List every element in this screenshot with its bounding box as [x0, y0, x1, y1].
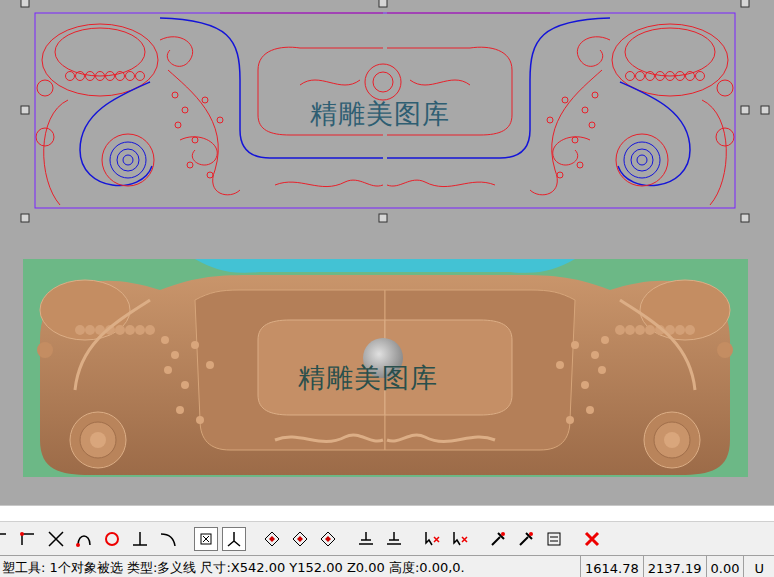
list-icon: [544, 529, 564, 549]
tool-button[interactable]: [486, 527, 510, 551]
tool-button[interactable]: [100, 527, 124, 551]
corner-icon: [0, 529, 10, 549]
selection-handle[interactable]: [21, 0, 29, 7]
tool-button[interactable]: [580, 527, 604, 551]
watermark: 精雕美图库: [298, 362, 438, 394]
pick-icon: [450, 529, 470, 549]
tool-button[interactable]: [514, 527, 538, 551]
toolbar: [0, 521, 774, 555]
tool-button[interactable]: [222, 527, 246, 551]
tool-button[interactable]: [354, 527, 378, 551]
trim-icon: [46, 529, 66, 549]
node-icon: [224, 529, 244, 549]
selection-handle[interactable]: [379, 0, 387, 7]
tool-button[interactable]: [194, 527, 218, 551]
selection-handle[interactable]: [21, 214, 29, 222]
status-indicator: U: [743, 556, 774, 577]
tool-button[interactable]: [260, 527, 284, 551]
tool-button[interactable]: [420, 527, 444, 551]
status-bar: 塑工具: 1个对象被选 类型:多义线 尺寸:X542.00 Y152.00 Z0…: [0, 555, 774, 577]
close-icon: [582, 529, 602, 549]
selection-handle[interactable]: [741, 214, 749, 222]
tool-button[interactable]: [156, 527, 180, 551]
tool-button[interactable]: [448, 527, 472, 551]
arc-icon: [74, 529, 94, 549]
selection-frame: [35, 13, 735, 208]
selection-handle[interactable]: [21, 106, 29, 114]
drawing-canvas[interactable]: 精雕美图库精雕美图库: [0, 0, 774, 505]
selection-handle[interactable]: [741, 106, 749, 114]
tool-button[interactable]: [288, 527, 312, 551]
app-window: 精雕美图库精雕美图库塑工具: 1个对象被选 类型:多义线 尺寸:X542.00 …: [0, 0, 774, 577]
selection-handle[interactable]: [761, 106, 769, 114]
diamond-icon: [290, 529, 310, 549]
layer-icon: [356, 529, 376, 549]
corner-icon: [18, 529, 38, 549]
tool-button[interactable]: [72, 527, 96, 551]
selection-handle[interactable]: [379, 214, 387, 222]
tool-button[interactable]: [542, 527, 566, 551]
tool-button[interactable]: [128, 527, 152, 551]
tool-button[interactable]: [316, 527, 340, 551]
diamond-icon: [318, 529, 338, 549]
pick-icon: [422, 529, 442, 549]
drawing-art: [0, 0, 774, 505]
diamond-icon: [262, 529, 282, 549]
tool-button[interactable]: [0, 527, 12, 551]
tool-button[interactable]: [16, 527, 40, 551]
circle-icon: [102, 529, 122, 549]
tool-button[interactable]: [382, 527, 406, 551]
status-text: 塑工具: 1个对象被选 类型:多义线 尺寸:X542.00 Y152.00 Z0…: [0, 556, 580, 577]
selection-handle[interactable]: [741, 0, 749, 7]
status-coord: 2137.19: [643, 556, 706, 577]
tool-button[interactable]: [44, 527, 68, 551]
status-coord: 1614.78: [580, 556, 643, 577]
watermark: 精雕美图库: [310, 98, 450, 130]
layer-icon: [384, 529, 404, 549]
tool-icon: [488, 529, 508, 549]
fillet-icon: [158, 529, 178, 549]
snap-icon: [196, 529, 216, 549]
tool-icon: [516, 529, 536, 549]
scroll-strip: [0, 505, 774, 521]
perp-icon: [130, 529, 150, 549]
status-coord: 0.00: [706, 556, 744, 577]
